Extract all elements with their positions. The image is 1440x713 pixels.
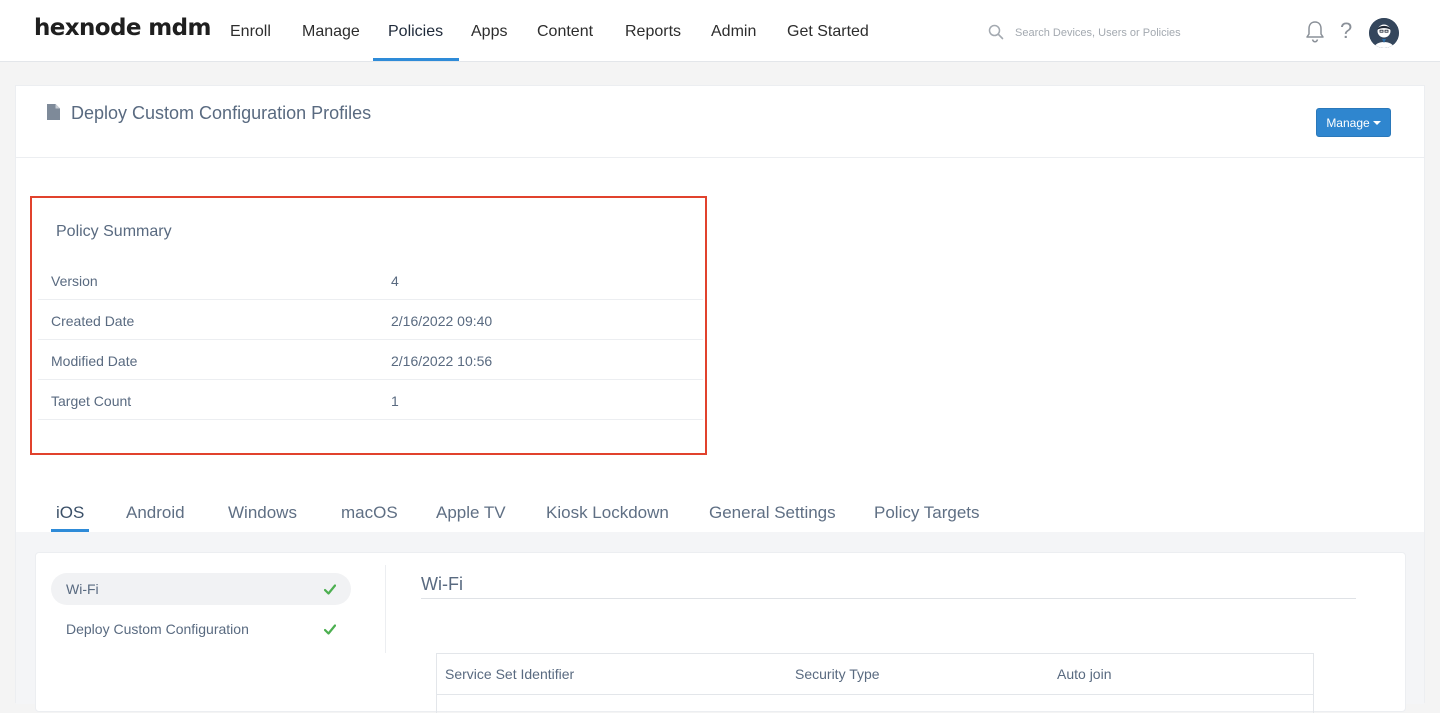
platform-tabs: iOS Android Windows macOS Apple TV Kiosk… — [16, 464, 1424, 532]
caret-down-icon — [1372, 121, 1381, 126]
nav-apps[interactable]: Apps — [456, 0, 522, 61]
sidebar-item-label: Wi-Fi — [66, 581, 99, 597]
tab-kiosk-lockdown[interactable]: Kiosk Lockdown — [541, 503, 674, 529]
tab-ios[interactable]: iOS — [51, 503, 90, 532]
tab-windows[interactable]: Windows — [223, 503, 302, 529]
column-header: Security Type — [795, 666, 880, 682]
summary-label: Modified Date — [51, 353, 138, 369]
hexnode-logo[interactable]: hexnode mdm — [34, 15, 211, 41]
summary-value: 2/16/2022 10:56 — [391, 353, 493, 369]
nav-policies[interactable]: Policies — [373, 0, 459, 61]
section-underline — [421, 598, 1356, 599]
summary-row-modified-date: Modified Date 2/16/2022 10:56 — [38, 340, 703, 380]
header-divider — [16, 157, 1424, 158]
avatar[interactable] — [1369, 18, 1399, 48]
summary-value: 1 — [391, 393, 399, 409]
summary-row-created-date: Created Date 2/16/2022 09:40 — [38, 300, 703, 340]
bell-icon[interactable] — [1305, 20, 1325, 49]
sidebar-item-wifi[interactable]: Wi-Fi — [51, 573, 351, 605]
top-navbar: hexnode mdm Enroll Manage Policies Apps … — [0, 0, 1440, 62]
policy-summary: Policy Summary Version 4 Created Date 2/… — [30, 196, 707, 455]
check-icon — [323, 622, 337, 640]
sidebar-item-label: Deploy Custom Configuration — [66, 621, 249, 637]
check-icon — [323, 582, 337, 600]
nav-enroll[interactable]: Enroll — [215, 0, 286, 61]
summary-label: Target Count — [51, 393, 132, 409]
summary-label: Created Date — [51, 313, 135, 329]
search-input[interactable] — [1013, 22, 1243, 44]
tab-android[interactable]: Android — [121, 503, 190, 529]
summary-label: Version — [51, 273, 98, 289]
summary-row-target-count: Target Count 1 — [38, 380, 703, 420]
tab-general-settings[interactable]: General Settings — [704, 503, 841, 529]
tab-policy-targets[interactable]: Policy Targets — [869, 503, 985, 529]
document-icon — [46, 103, 61, 126]
summary-value: 2/16/2022 09:40 — [391, 313, 493, 329]
wifi-table: Service Set Identifier Security Type Aut… — [436, 653, 1314, 713]
sidebar-divider — [385, 565, 386, 653]
nav-reports[interactable]: Reports — [610, 0, 696, 61]
column-header: Auto join — [1057, 666, 1112, 682]
search-box — [985, 22, 1245, 44]
page-title: Deploy Custom Configuration Profiles — [71, 103, 372, 123]
summary-title: Policy Summary — [56, 223, 172, 240]
summary-row-version: Version 4 — [38, 260, 703, 300]
search-icon[interactable] — [988, 24, 1004, 45]
sidebar-item-deploy-custom-configuration[interactable]: Deploy Custom Configuration — [51, 613, 351, 645]
help-icon[interactable]: ? — [1340, 18, 1352, 44]
policy-settings-card: Wi-Fi Deploy Custom Configuration Wi-Fi … — [35, 552, 1406, 713]
manage-dropdown-button[interactable]: Manage — [1316, 108, 1391, 137]
nav-admin[interactable]: Admin — [696, 0, 771, 61]
nav-get-started[interactable]: Get Started — [772, 0, 884, 61]
nav-manage[interactable]: Manage — [287, 0, 375, 61]
tab-apple-tv[interactable]: Apple TV — [431, 503, 511, 529]
policy-settings-area: Wi-Fi Deploy Custom Configuration Wi-Fi … — [16, 532, 1424, 713]
manage-button-label: Manage — [1326, 115, 1370, 130]
summary-value: 4 — [391, 273, 399, 289]
tab-macos[interactable]: macOS — [336, 503, 403, 529]
nav-content[interactable]: Content — [522, 0, 608, 61]
table-header-divider — [437, 694, 1313, 695]
column-header: Service Set Identifier — [445, 666, 575, 682]
section-title: Wi-Fi — [421, 574, 463, 594]
policy-page: Deploy Custom Configuration Profiles Man… — [15, 85, 1425, 713]
